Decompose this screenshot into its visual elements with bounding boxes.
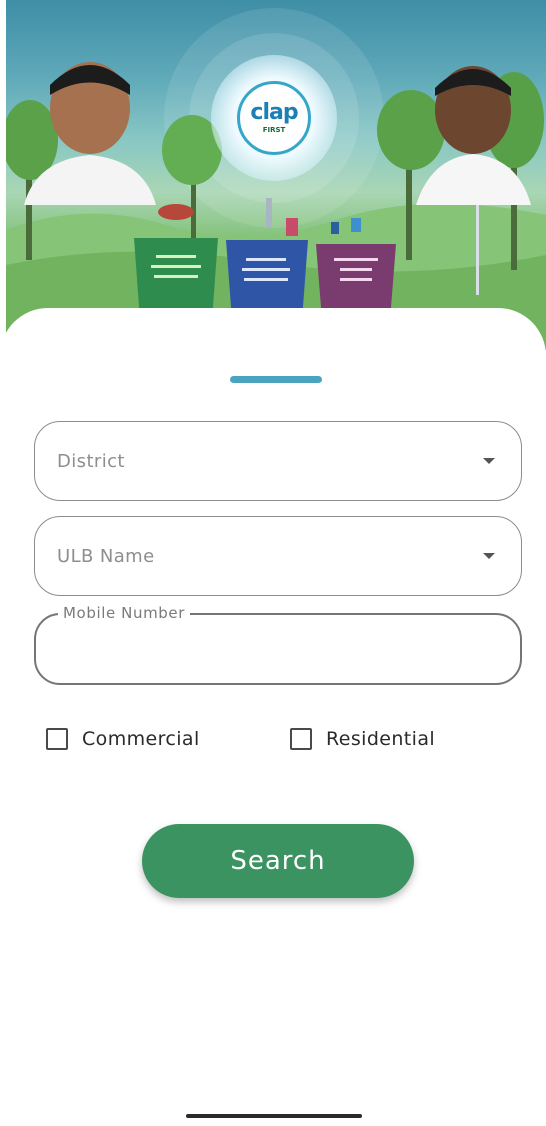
clap-logo: clap FIRST: [237, 81, 311, 155]
commercial-label: Commercial: [82, 728, 200, 750]
checkbox-icon[interactable]: [46, 728, 68, 750]
dropdown-arrow-icon: [483, 553, 495, 559]
commercial-checkbox[interactable]: Commercial: [46, 728, 200, 750]
ulb-name-dropdown[interactable]: ULB Name: [34, 516, 522, 596]
ulb-name-placeholder: ULB Name: [57, 545, 155, 567]
sheet-drag-handle[interactable]: [230, 376, 322, 383]
mobile-number-input[interactable]: [56, 633, 496, 669]
residential-label: Residential: [326, 728, 436, 750]
mobile-number-field[interactable]: Mobile Number: [34, 604, 522, 685]
mobile-number-label: Mobile Number: [58, 604, 191, 622]
logo-text: clap: [250, 100, 298, 125]
residential-checkbox[interactable]: Residential: [290, 728, 435, 750]
dropdown-arrow-icon: [483, 458, 495, 464]
header-banner: clap FIRST: [6, 0, 546, 350]
app-screen: clap FIRST District ULB Name Mobile Numb…: [0, 0, 546, 1126]
search-button[interactable]: Search: [142, 824, 414, 898]
checkbox-icon[interactable]: [290, 728, 312, 750]
system-gesture-bar[interactable]: [186, 1114, 362, 1118]
district-placeholder: District: [57, 450, 125, 472]
logo-glow: clap FIRST: [211, 55, 337, 181]
district-dropdown[interactable]: District: [34, 421, 522, 501]
form-sheet: District ULB Name Mobile Number Commerci…: [0, 308, 546, 1126]
logo-subtext: FIRST: [262, 126, 286, 134]
category-options: Commercial Residential: [0, 728, 546, 758]
